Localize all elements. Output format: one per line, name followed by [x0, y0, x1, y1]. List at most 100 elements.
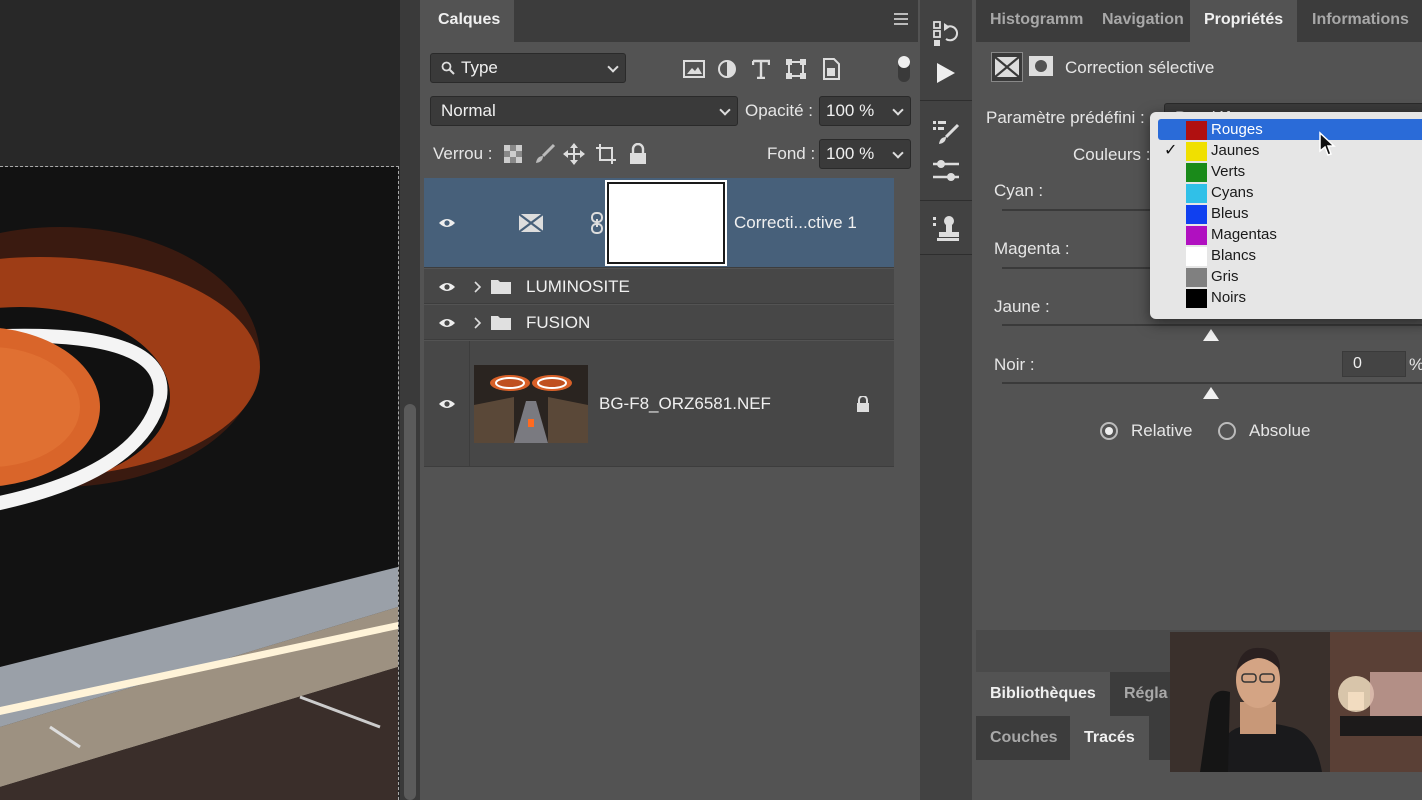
shape-filter-icon[interactable]	[784, 57, 808, 81]
relative-label[interactable]: Relative	[1131, 421, 1192, 441]
layer-filter-dropdown[interactable]: Type	[430, 53, 626, 83]
folder-icon	[491, 316, 511, 330]
panel-menu-icon[interactable]	[894, 13, 908, 25]
fill-label: Fond :	[767, 144, 816, 163]
layer-name[interactable]: Correcti...ctive 1	[734, 213, 857, 233]
presenter-video	[1170, 632, 1422, 772]
adjustment-filter-icon[interactable]	[715, 57, 739, 81]
document-canvas[interactable]	[0, 0, 420, 800]
tab-layers[interactable]: Calques	[424, 0, 515, 42]
canvas-scrollbar-thumb[interactable]	[404, 404, 416, 800]
relative-radio[interactable]	[1100, 422, 1118, 440]
chevron-down-icon[interactable]	[892, 147, 904, 159]
tab-informations[interactable]: Informations	[1298, 0, 1422, 42]
lock-transparency-icon[interactable]	[501, 142, 525, 166]
color-swatch	[1186, 226, 1207, 245]
black-value-input[interactable]: 0	[1342, 351, 1406, 377]
adjustments-sliders-icon[interactable]	[930, 155, 962, 187]
fill-value[interactable]: 100 %	[826, 144, 874, 163]
layer-name[interactable]: LUMINOSITE	[526, 277, 630, 297]
black-slider-thumb[interactable]	[1203, 387, 1219, 399]
yellow-slider-thumb[interactable]	[1203, 329, 1219, 341]
colors-dropdown-menu[interactable]: Rouges ✓ Jaunes Verts Cyans Bleus Magent…	[1150, 112, 1422, 319]
lock-pixels-brush-icon[interactable]	[533, 142, 557, 166]
properties-tab-bar: Histogramm Navigation Propriétés Informa…	[976, 0, 1422, 42]
color-option-magentas[interactable]: Magentas	[1150, 224, 1422, 245]
black-slider[interactable]	[1002, 382, 1422, 384]
document-image[interactable]	[0, 167, 398, 800]
mask-icon	[1029, 56, 1053, 76]
layer-mask-thumbnail[interactable]	[605, 180, 727, 266]
fill-field[interactable]: 100 %	[819, 139, 911, 169]
chevron-right-icon[interactable]	[474, 281, 482, 293]
brush-settings-icon[interactable]	[930, 115, 962, 147]
mouse-cursor-icon	[1319, 131, 1336, 156]
lock-all-icon[interactable]	[626, 142, 650, 166]
eye-icon[interactable]	[438, 317, 456, 329]
link-chain-icon[interactable]	[590, 212, 604, 234]
color-swatch	[1186, 205, 1207, 224]
image-filter-icon[interactable]	[682, 57, 706, 81]
tab-navigation[interactable]: Navigation	[1088, 0, 1198, 42]
color-option-jaunes[interactable]: ✓ Jaunes	[1150, 140, 1422, 161]
yellow-label: Jaune :	[994, 297, 1050, 316]
color-option-cyans[interactable]: Cyans	[1150, 182, 1422, 203]
chevron-down-icon[interactable]	[892, 104, 904, 116]
tab-channels[interactable]: Couches	[976, 716, 1072, 760]
text-filter-icon[interactable]	[749, 57, 773, 81]
tool-separator	[920, 254, 972, 255]
tab-histogram[interactable]: Histogramm	[976, 0, 1097, 42]
layer-row-luminosite[interactable]: LUMINOSITE	[424, 269, 894, 304]
chevron-right-icon[interactable]	[474, 317, 482, 329]
preset-label: Paramètre prédéfini :	[986, 108, 1145, 127]
color-option-gris[interactable]: Gris	[1150, 266, 1422, 287]
cyan-label: Cyan :	[994, 181, 1044, 200]
tool-separator	[920, 100, 972, 101]
color-swatch	[1186, 268, 1207, 287]
tab-paths[interactable]: Tracés	[1070, 716, 1149, 760]
layer-name[interactable]: BG-F8_ORZ6581.NEF	[599, 394, 771, 414]
color-option-noirs[interactable]: Noirs	[1150, 287, 1422, 308]
opacity-field[interactable]: 100 %	[819, 96, 911, 126]
history-icon[interactable]	[930, 17, 962, 49]
eye-icon[interactable]	[438, 281, 456, 293]
lock-icon	[857, 396, 869, 412]
adjustment-type-button[interactable]	[991, 52, 1023, 82]
layer-row-selective-color[interactable]: Correcti...ctive 1	[424, 178, 894, 268]
color-swatch	[1186, 163, 1207, 182]
adjustment-title: Correction sélective	[1065, 58, 1215, 77]
play-actions-icon[interactable]	[930, 57, 962, 89]
webcam-overlay	[1170, 632, 1422, 772]
layer-row-background[interactable]: BG-F8_ORZ6581.NEF	[424, 341, 894, 467]
color-option-bleus[interactable]: Bleus	[1150, 203, 1422, 224]
eye-icon[interactable]	[438, 398, 456, 410]
color-option-blancs[interactable]: Blancs	[1150, 245, 1422, 266]
color-option-rouges[interactable]: Rouges	[1158, 119, 1422, 140]
opacity-value[interactable]: 100 %	[826, 101, 874, 120]
layer-name[interactable]: FUSION	[526, 313, 590, 333]
chevron-down-icon	[719, 104, 731, 116]
layer-thumbnail[interactable]	[474, 365, 588, 443]
layer-row-fusion[interactable]: FUSION	[424, 305, 894, 340]
color-swatch	[1186, 289, 1207, 308]
absolute-label[interactable]: Absolue	[1249, 421, 1310, 441]
layer-mask-button[interactable]	[1026, 52, 1058, 82]
eye-icon[interactable]	[438, 217, 456, 229]
blend-mode-dropdown[interactable]: Normal	[430, 96, 738, 126]
filter-toggle[interactable]	[898, 56, 910, 82]
folder-icon	[491, 280, 511, 294]
color-swatch	[1186, 184, 1207, 203]
color-swatch	[1186, 142, 1207, 161]
color-swatch	[1186, 247, 1207, 266]
color-option-verts[interactable]: Verts	[1150, 161, 1422, 182]
tab-libraries[interactable]: Bibliothèques	[976, 672, 1110, 716]
smart-object-filter-icon[interactable]	[819, 57, 843, 81]
absolute-radio[interactable]	[1218, 422, 1236, 440]
tab-properties[interactable]: Propriétés	[1190, 0, 1298, 42]
clone-source-icon[interactable]	[930, 212, 962, 244]
lock-artboard-crop-icon[interactable]	[594, 142, 618, 166]
selective-color-icon	[994, 56, 1020, 78]
filter-type-label: Type	[461, 58, 498, 77]
yellow-slider[interactable]	[1002, 324, 1422, 326]
lock-position-move-icon[interactable]	[562, 142, 586, 166]
